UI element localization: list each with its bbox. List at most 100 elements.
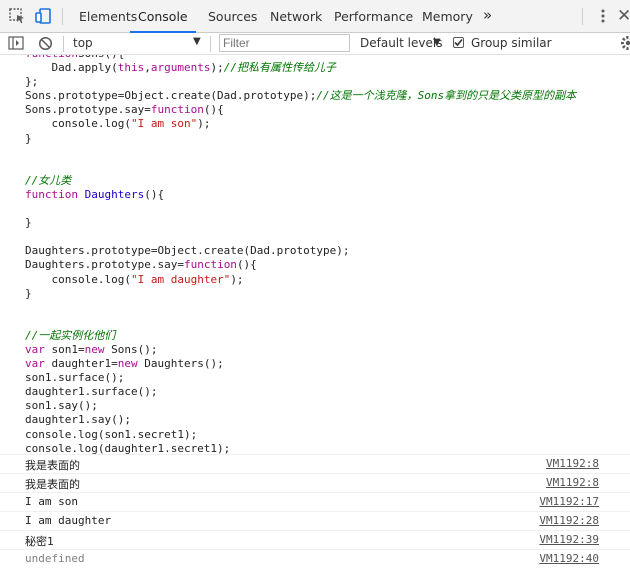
toolbar-divider xyxy=(63,36,64,52)
command-input-echo: functionSons(){ Dad.apply(this,arguments… xyxy=(25,55,576,456)
code-token: Daughters xyxy=(77,187,145,201)
code-token: (){ xyxy=(236,258,257,272)
device-toolbar-icon[interactable] xyxy=(34,7,52,25)
tab-performance[interactable]: Performance xyxy=(334,0,413,32)
console-message-row: I am daughter VM1192:28 xyxy=(0,511,630,530)
code-line: son1.say(); xyxy=(25,399,576,413)
code-token: son1.say(); xyxy=(25,399,98,413)
code-token: console.log(son1.secret1); xyxy=(25,427,198,441)
tab-console[interactable]: Console xyxy=(130,0,196,33)
source-link[interactable]: VM1192:8 xyxy=(546,476,599,489)
code-token: console.log( xyxy=(25,272,131,286)
code-token: }; xyxy=(25,75,39,89)
source-link[interactable]: VM1192:40 xyxy=(539,552,599,565)
sidebar-toggle-icon[interactable] xyxy=(8,36,24,53)
code-line: function Daughters(){ xyxy=(25,188,576,202)
tab-memory[interactable]: Memory xyxy=(422,0,473,32)
toolbar-divider xyxy=(210,36,211,52)
source-link[interactable]: VM1192:17 xyxy=(539,495,599,508)
code-token: Sons.prototype.say= xyxy=(25,103,151,117)
code-line: Daughters.prototype.say=function(){ xyxy=(25,258,576,272)
code-token: } xyxy=(25,286,32,300)
code-token: ); xyxy=(230,272,244,286)
code-line: son1.surface(); xyxy=(25,371,576,385)
console-message-text: 秘密1 xyxy=(25,535,54,548)
code-token: //一起实例化他们 xyxy=(25,328,116,342)
code-line: }; xyxy=(25,75,576,89)
code-token: new xyxy=(84,342,105,356)
code-token: arguments xyxy=(150,61,211,75)
code-token: daughter1= xyxy=(44,357,118,371)
code-line: daughter1.surface(); xyxy=(25,385,576,399)
code-line: var son1=new Sons(); xyxy=(25,343,576,357)
tab-network[interactable]: Network xyxy=(270,0,322,32)
more-tabs-button[interactable]: » xyxy=(483,0,492,32)
code-token: daughter1.surface(); xyxy=(25,385,158,399)
kebab-menu-icon[interactable] xyxy=(594,7,612,25)
code-line: console.log("I am son"); xyxy=(25,117,576,131)
context-dropdown-icon[interactable]: ▼ xyxy=(193,36,201,47)
console-message-row: I am son VM1192:17 xyxy=(0,492,630,511)
levels-dropdown-icon[interactable]: ▼ xyxy=(433,37,441,48)
source-link[interactable]: VM1192:39 xyxy=(539,533,599,546)
tab-sources[interactable]: Sources xyxy=(208,0,257,32)
code-token: function xyxy=(150,103,204,117)
group-similar-checkbox[interactable] xyxy=(453,37,464,48)
code-line: Sons.prototype=Object.create(Dad.prototy… xyxy=(25,89,576,103)
code-token: var xyxy=(25,357,45,371)
console-message-text: 我是表面的 xyxy=(25,478,80,491)
devtools-tabbar: Elements Console Sources Network Perform… xyxy=(0,0,630,33)
code-line: daughter1.say(); xyxy=(25,413,576,427)
console-message-text: I am daughter xyxy=(25,514,112,527)
code-token: son1.surface(); xyxy=(25,371,125,385)
filter-input[interactable] xyxy=(219,34,350,52)
tab-elements[interactable]: Elements xyxy=(79,0,137,32)
code-line: //一起实例化他们 xyxy=(25,329,576,343)
code-line: console.log(son1.secret1); xyxy=(25,428,576,442)
console-message-text: 我是表面的 xyxy=(25,459,80,472)
code-token: Daughters(); xyxy=(137,357,224,371)
console-toolbar: top ▼ Default levels ▼ Group similar xyxy=(0,33,630,55)
code-token: Daughters.prototype.say= xyxy=(25,258,184,272)
console-message-row: 我是表面的 VM1192:8 xyxy=(0,473,630,492)
code-line: console.log("I am daughter"); xyxy=(25,273,576,287)
log-levels-dropdown[interactable]: Default levels xyxy=(360,36,442,50)
code-token: daughter1.say(); xyxy=(25,413,131,427)
code-line: //女儿类 xyxy=(25,174,576,188)
code-token: function xyxy=(25,187,78,201)
code-token: Dad.apply( xyxy=(25,61,118,75)
tabbar-divider-right xyxy=(582,8,583,25)
code-token: ); xyxy=(197,117,211,131)
code-token: ); xyxy=(210,61,224,75)
code-line: Dad.apply(this,arguments);//把私有属性传给儿子 xyxy=(25,61,576,75)
clear-console-icon[interactable] xyxy=(38,36,53,54)
code-token: (){ xyxy=(144,187,165,201)
code-token: "I am daughter" xyxy=(130,272,231,286)
code-token: (){ xyxy=(104,55,124,60)
code-token: new xyxy=(117,357,138,371)
close-devtools-icon[interactable]: ✕ xyxy=(617,6,630,26)
code-token: function xyxy=(25,55,78,60)
code-token: var xyxy=(25,342,45,356)
code-line: } xyxy=(25,132,576,146)
code-line: Daughters.prototype=Object.create(Dad.pr… xyxy=(25,244,576,258)
code-token: //把私有属性传给儿子 xyxy=(223,61,336,75)
context-selector[interactable]: top xyxy=(73,36,93,50)
code-line: Sons.prototype.say=function(){ xyxy=(25,103,576,117)
code-token: //这是一个浅克隆，Sons拿到的只是父类原型的副本 xyxy=(316,89,577,103)
console-settings-icon[interactable] xyxy=(620,35,630,54)
group-similar-label: Group similar xyxy=(471,36,552,50)
inspect-element-icon[interactable] xyxy=(8,7,26,25)
code-token: Daughters.prototype=Object.create(Dad.pr… xyxy=(25,244,350,258)
code-token: son1= xyxy=(44,342,85,356)
source-link[interactable]: VM1192:8 xyxy=(546,457,599,470)
code-token: console.log(daughter1.secret1); xyxy=(25,441,231,455)
code-token: } xyxy=(25,216,32,230)
source-link[interactable]: VM1192:28 xyxy=(539,514,599,527)
code-line: } xyxy=(25,216,576,230)
code-token: function xyxy=(183,258,237,272)
